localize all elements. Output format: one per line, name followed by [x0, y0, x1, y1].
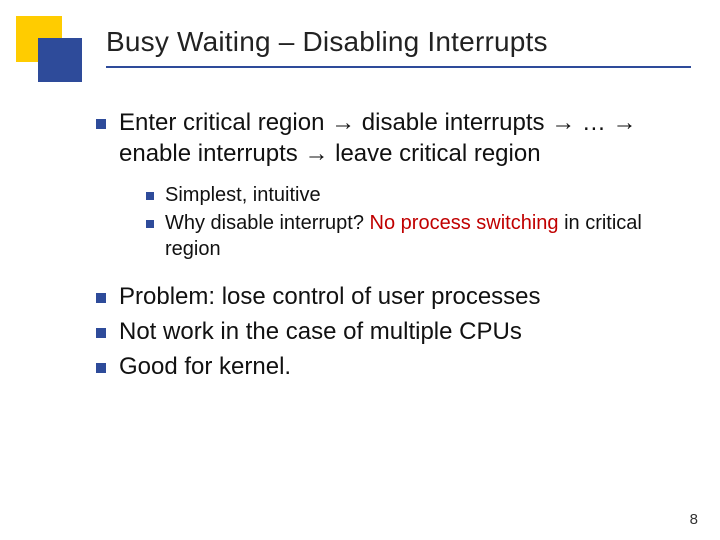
- square-bullet-icon: [146, 192, 154, 200]
- highlight-text: No process switching: [370, 212, 559, 234]
- title-area: Busy Waiting – Disabling Interrupts: [106, 26, 680, 68]
- bullet-level2: Simplest, intuitive: [146, 183, 680, 209]
- square-bullet-icon: [146, 220, 154, 228]
- txt: disable interrupts: [355, 109, 551, 136]
- corner-decoration: [16, 16, 80, 80]
- slide-title: Busy Waiting – Disabling Interrupts: [106, 26, 680, 58]
- lower1-text: Problem: lose control of user processes: [119, 282, 541, 313]
- bullet-level1: Enter critical region → disable interrup…: [96, 108, 680, 169]
- txt: enable interrupts: [119, 140, 304, 167]
- arrow-icon: →: [331, 109, 355, 136]
- page-number: 8: [690, 511, 698, 528]
- square-bullet-icon: [96, 328, 106, 338]
- lower3-text: Good for kernel.: [119, 352, 291, 383]
- arrow-icon: →: [613, 109, 637, 136]
- txt: …: [575, 109, 612, 136]
- arrow-icon: →: [304, 140, 328, 167]
- bullet-level1: Not work in the case of multiple CPUs: [96, 317, 680, 348]
- sub-bullets: Simplest, intuitive Why disable interrup…: [146, 183, 680, 262]
- txt: Enter critical region: [119, 109, 331, 136]
- bullet-level1: Problem: lose control of user processes: [96, 282, 680, 313]
- bullet-level1: Good for kernel.: [96, 352, 680, 383]
- body: Enter critical region → disable interrup…: [96, 108, 680, 386]
- sub2-text: Why disable interrupt? No process switch…: [165, 211, 680, 262]
- bullet-level2: Why disable interrupt? No process switch…: [146, 211, 680, 262]
- slide: Busy Waiting – Disabling Interrupts Ente…: [0, 0, 720, 540]
- lower2-text: Not work in the case of multiple CPUs: [119, 317, 522, 348]
- blue-square: [38, 38, 82, 82]
- txt: Why disable interrupt?: [165, 212, 370, 234]
- bullet1-text: Enter critical region → disable interrup…: [119, 108, 680, 169]
- square-bullet-icon: [96, 293, 106, 303]
- title-underline: [106, 66, 691, 68]
- txt: leave critical region: [328, 140, 540, 167]
- arrow-icon: →: [551, 109, 575, 136]
- lower-bullets: Problem: lose control of user processes …: [96, 282, 680, 382]
- square-bullet-icon: [96, 363, 106, 373]
- square-bullet-icon: [96, 119, 106, 129]
- sub1-text: Simplest, intuitive: [165, 183, 321, 209]
